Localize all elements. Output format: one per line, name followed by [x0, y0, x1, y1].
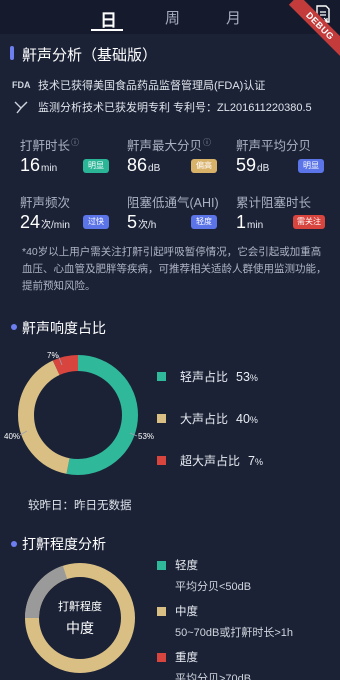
- legend-swatch: [157, 456, 166, 465]
- metric-value-ahi: 5次/h: [127, 212, 157, 232]
- metric-label-snore-frequency: 鼾声频次: [20, 196, 71, 210]
- info-icon[interactable]: ⓘ: [71, 138, 79, 147]
- metric-label-max-db: 鼾声最大分贝ⓘ: [127, 137, 212, 153]
- patent-cert-text: 监测分析技术已获发明专利 专利号：ZL201611220380.5: [38, 102, 312, 114]
- level-item-severe: 重度 平均分贝>70dB: [157, 649, 251, 680]
- metric-value-max-db: 86dB: [127, 155, 161, 175]
- tab-day[interactable]: 日: [100, 6, 117, 31]
- metric-value-avg-db: 59dB: [236, 155, 270, 175]
- fda-icon: FDA: [12, 80, 31, 90]
- health-note: *40岁以上用户需关注打鼾引起呼吸暂停情况，它会引起或加重高血压、心血管及肥胖等…: [22, 246, 327, 292]
- level-item-mild: 轻度 平均分贝<50dB: [157, 557, 251, 594]
- status-badge-avg-db: 明显: [298, 159, 324, 173]
- patent-cert-row: 监测分析技术已获发明专利 专利号：ZL201611220380.5: [12, 99, 312, 115]
- legend-swatch: [157, 652, 166, 662]
- legend-item-very-loud: 超大声占比 7%: [157, 452, 263, 469]
- status-badge-snore-duration: 明显: [83, 159, 109, 173]
- legend-item-light: 轻声占比 53%: [157, 368, 258, 385]
- donut-label-light: 53%: [138, 432, 155, 441]
- donut-label-very-loud: 7%: [47, 351, 59, 360]
- degree-center: 打鼾程度 中度: [42, 598, 118, 638]
- legend-swatch: [157, 606, 166, 616]
- patent-icon: [14, 101, 28, 114]
- loudness-donut-chart: [18, 354, 138, 475]
- fda-cert-text: 技术已获得美国食品药品监督管理局(FDA)认证: [38, 80, 266, 92]
- legend-swatch: [157, 414, 166, 423]
- metric-value-snore-duration: 16min: [20, 155, 58, 175]
- info-icon[interactable]: ⓘ: [203, 138, 211, 147]
- metric-value-block-duration: 1min: [236, 212, 264, 232]
- level-item-moderate: 中度 50~70dB或打鼾时长>1h: [157, 603, 293, 640]
- status-badge-block-duration: 需关注: [293, 215, 325, 229]
- metric-label-ahi: 阻塞低通气(AHI): [127, 196, 219, 210]
- section-bullet: [11, 541, 17, 547]
- donut-label-loud: 40%: [4, 432, 21, 441]
- section-bullet: [11, 324, 17, 330]
- active-tab-indicator: [91, 29, 123, 31]
- tab-month[interactable]: 月: [226, 7, 241, 28]
- metric-label-avg-db: 鼾声平均分贝: [236, 139, 312, 153]
- compare-yesterday: 较昨日：昨日无数据: [28, 500, 132, 512]
- metric-value-snore-frequency: 24次/min: [20, 212, 70, 232]
- fda-cert-row: FDA 技术已获得美国食品药品监督管理局(FDA)认证: [12, 77, 265, 93]
- legend-swatch: [157, 560, 166, 570]
- legend-swatch: [157, 372, 166, 381]
- metric-label-block-duration: 累计阻塞时长: [236, 196, 312, 210]
- status-badge-max-db: 偏高: [191, 159, 217, 173]
- page-title: 鼾声分析（基础版）: [22, 47, 158, 64]
- legend-item-loud: 大声占比 40%: [157, 410, 258, 427]
- status-badge-ahi: 轻度: [191, 215, 217, 229]
- degree-center-title: 打鼾程度: [58, 601, 102, 613]
- loudness-section-title: 鼾声响度占比: [22, 320, 106, 336]
- degree-section-title: 打鼾程度分析: [22, 536, 106, 552]
- degree-center-value: 中度: [66, 620, 94, 636]
- title-accent-bar: [10, 46, 14, 60]
- tab-week[interactable]: 周: [165, 7, 180, 28]
- status-badge-snore-frequency: 过快: [83, 215, 109, 229]
- metric-label-snore-duration: 打鼾时长ⓘ: [20, 137, 80, 153]
